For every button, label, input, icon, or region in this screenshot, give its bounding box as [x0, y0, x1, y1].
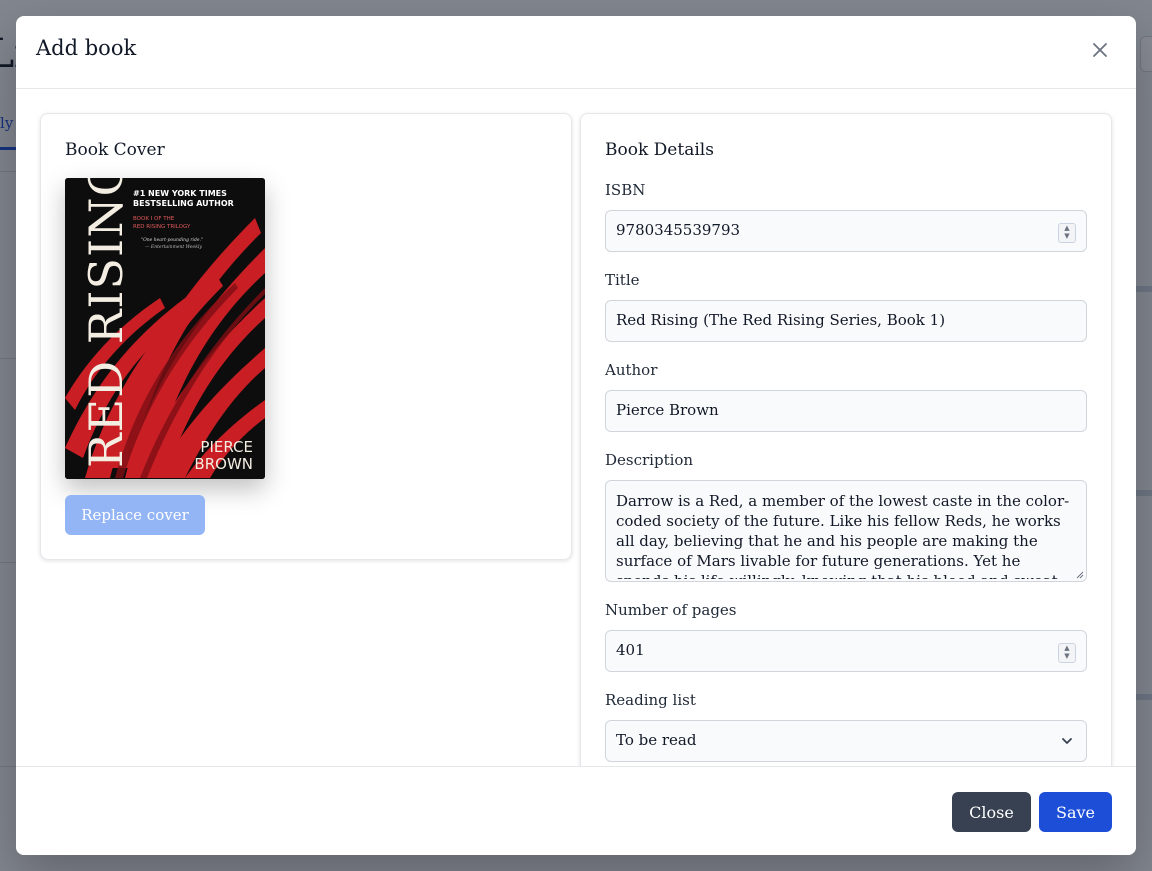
book-details-heading: Book Details — [605, 140, 714, 160]
reading-list-value: To be read — [616, 731, 697, 749]
modal-title: Add book — [36, 36, 137, 60]
resize-grip-icon[interactable] — [1076, 571, 1084, 579]
close-button[interactable]: Close — [952, 792, 1031, 832]
number-spinner-icon[interactable]: ▲ ▼ — [1058, 643, 1076, 663]
pages-label: Number of pages — [605, 601, 737, 619]
cover-quote-2: — Entertainment Weekly — [145, 244, 202, 250]
book-cover-card: Book Cover #1 NEW YORK TIMES BESTSELLING… — [40, 113, 572, 560]
modal-footer: Close Save — [16, 766, 1136, 855]
cover-series-2: RED RISING TRILOGY — [133, 224, 191, 230]
isbn-label: ISBN — [605, 181, 646, 199]
book-cover-heading: Book Cover — [65, 140, 165, 160]
save-button[interactable]: Save — [1039, 792, 1112, 832]
cover-title: RED RISING — [79, 178, 133, 468]
chevron-down-icon — [1062, 738, 1072, 744]
reading-list-select[interactable]: To be read — [605, 720, 1087, 762]
close-icon[interactable] — [1090, 40, 1110, 60]
description-label: Description — [605, 451, 694, 469]
number-spinner-icon[interactable]: ▲ ▼ — [1058, 223, 1076, 243]
description-value: Darrow is a Red, a member of the lowest … — [616, 492, 1070, 579]
isbn-value: 9780345539793 — [616, 221, 741, 239]
title-input[interactable]: Red Rising (The Red Rising Series, Book … — [605, 300, 1087, 342]
cover-series-1: BOOK I OF THE — [133, 216, 175, 222]
add-book-modal: Add book Book Cover #1 NEW YORK TIMES BE… — [16, 16, 1136, 855]
cover-tagline-2: BESTSELLING AUTHOR — [133, 199, 234, 208]
author-value: Pierce Brown — [616, 401, 719, 419]
book-details-card: Book Details ISBN 9780345539793 ▲ ▼ Title… — [580, 113, 1112, 766]
cover-author-1: PIERCE — [200, 438, 253, 456]
cover-tagline-1: #1 NEW YORK TIMES — [133, 189, 227, 198]
isbn-input[interactable]: 9780345539793 ▲ ▼ — [605, 210, 1087, 252]
title-label: Title — [605, 271, 640, 289]
description-textarea[interactable]: Darrow is a Red, a member of the lowest … — [605, 480, 1087, 582]
cover-author-2: BROWN — [194, 455, 253, 473]
pages-input[interactable]: 401 ▲ ▼ — [605, 630, 1087, 672]
replace-cover-button[interactable]: Replace cover — [65, 495, 205, 535]
title-value: Red Rising (The Red Rising Series, Book … — [616, 311, 946, 329]
reading-list-label: Reading list — [605, 691, 696, 709]
book-cover-image: #1 NEW YORK TIMES BESTSELLING AUTHOR BOO… — [65, 178, 265, 479]
cover-quote-1: "One heart-pounding ride." — [141, 237, 203, 243]
pages-value: 401 — [616, 641, 645, 659]
author-label: Author — [605, 361, 658, 379]
author-input[interactable]: Pierce Brown — [605, 390, 1087, 432]
modal-header: Add book — [16, 16, 1136, 89]
modal-body[interactable]: Book Cover #1 NEW YORK TIMES BESTSELLING… — [16, 89, 1136, 766]
